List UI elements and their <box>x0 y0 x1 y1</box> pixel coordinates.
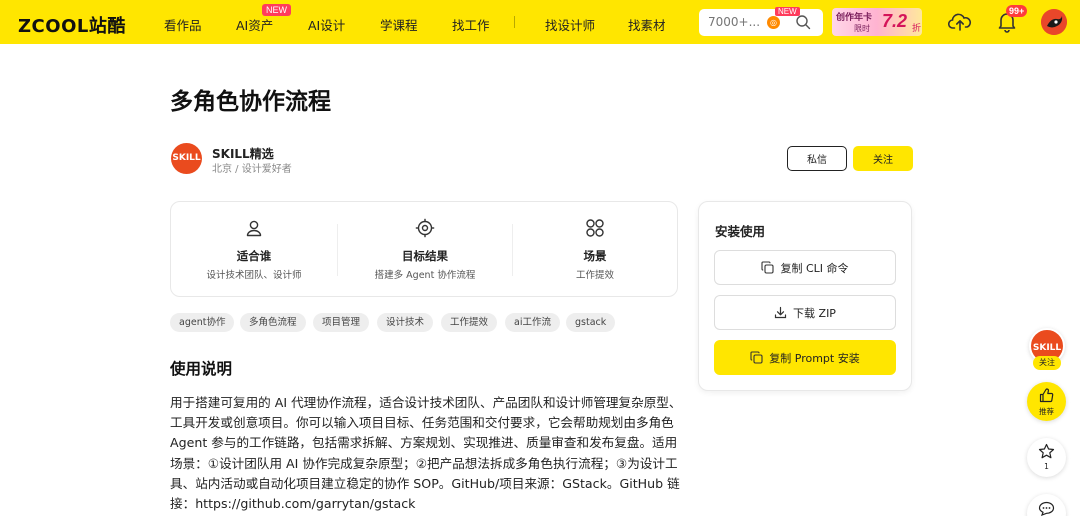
info-title: 场景 <box>583 249 607 263</box>
install-panel: 安装使用 复制 CLI 命令 下载 ZIP 复制 Prompt 安装 <box>698 201 912 391</box>
grid-icon <box>586 219 604 237</box>
search-box[interactable]: ◎ NEW <box>699 7 823 36</box>
avatar-image <box>1041 9 1067 35</box>
promo-unit: 折 <box>912 24 922 34</box>
follow-button[interactable]: 关注 <box>853 146 913 171</box>
info-scenario: 场景 工作提效 <box>513 202 677 298</box>
info-sub: 设计技术团队、设计师 <box>206 270 302 281</box>
star-icon <box>1038 443 1055 459</box>
target-icon <box>415 218 435 238</box>
tag-chip[interactable]: 项目管理 <box>313 313 370 332</box>
tag-chip[interactable]: ai工作流 <box>505 313 560 332</box>
thumbs-up-icon <box>1039 388 1054 403</box>
search-icon[interactable] <box>795 14 811 30</box>
tag-chip[interactable]: 设计技术 <box>377 313 434 332</box>
tag-chip[interactable]: 多角色流程 <box>240 313 306 332</box>
copy-cli-label: 复制 CLI 命令 <box>780 261 849 275</box>
info-goal: 目标结果 搭建多 Agent 协作流程 <box>338 202 512 298</box>
tag-chip[interactable]: agent协作 <box>170 313 235 332</box>
nav-materials[interactable]: 找素材 <box>628 15 666 34</box>
download-zip-label: 下载 ZIP <box>793 306 836 320</box>
download-icon <box>774 306 787 319</box>
promo-sub: 限时 <box>854 24 870 33</box>
message-button[interactable]: 私信 <box>787 146 847 171</box>
user-avatar[interactable] <box>1041 9 1067 35</box>
search-input[interactable] <box>708 15 764 29</box>
info-sub: 搭建多 Agent 协作流程 <box>374 270 476 281</box>
author-meta: 北京 / 设计爱好者 <box>212 164 292 175</box>
nav-divider <box>514 16 515 28</box>
favorite-count: 1 <box>1044 462 1049 471</box>
favorite-button[interactable]: 1 <box>1027 438 1066 477</box>
nav-works[interactable]: 看作品 <box>164 15 202 34</box>
copy-prompt-button[interactable]: 复制 Prompt 安装 <box>714 340 896 375</box>
usage-description: 用于搭建可复用的 AI 代理协作流程，适合设计技术团队、产品团队和设计师管理复杂… <box>170 395 682 512</box>
info-title: 适合谁 <box>236 249 272 263</box>
recommend-button[interactable]: 推荐 <box>1027 382 1066 421</box>
floating-follow-button[interactable]: 关注 <box>1033 356 1061 370</box>
promo-price: 7.2 <box>882 11 908 31</box>
tag-chip[interactable]: 工作提效 <box>441 313 498 332</box>
download-zip-button[interactable]: 下载 ZIP <box>714 295 896 330</box>
notification-badge: 99+ <box>1006 5 1028 17</box>
nav-jobs[interactable]: 找工作 <box>452 15 490 34</box>
upload-cloud-icon[interactable] <box>948 11 972 33</box>
copy-cli-button[interactable]: 复制 CLI 命令 <box>714 250 896 285</box>
nav-find-designer[interactable]: 找设计师 <box>545 15 595 34</box>
info-sub: 工作提效 <box>575 270 614 281</box>
new-badge: NEW <box>262 4 291 16</box>
usage-title: 使用说明 <box>170 360 233 378</box>
install-title: 安装使用 <box>715 224 766 239</box>
zcool-logo[interactable]: ZCOOL站酷 <box>18 12 126 38</box>
promo-banner[interactable]: 创作年卡 限时 7.2 折 <box>832 8 922 36</box>
top-navbar: ZCOOL站酷 看作品 AI资产 NEW AI设计 学课程 找工作 找设计师 找… <box>0 0 1080 44</box>
nav-ai-assets[interactable]: AI资产 <box>236 15 273 34</box>
recommend-label: 推荐 <box>1039 407 1054 416</box>
comment-icon <box>1038 501 1055 516</box>
coin-icon: ◎ <box>767 16 780 29</box>
copy-icon <box>761 261 775 274</box>
page-title: 多角色协作流程 <box>170 89 331 115</box>
info-card: 适合谁 设计技术团队、设计师 目标结果 搭建多 Agent 协作流程 场景 工作… <box>170 201 678 297</box>
promo-title: 创作年卡 <box>836 13 873 23</box>
info-title: 目标结果 <box>402 249 448 263</box>
copy-icon <box>750 351 763 364</box>
author-avatar[interactable]: SKILL <box>171 143 202 174</box>
comment-button[interactable] <box>1027 494 1066 516</box>
nav-courses[interactable]: 学课程 <box>380 15 418 34</box>
user-icon <box>246 220 262 237</box>
tag-chip[interactable]: gstack <box>566 313 616 332</box>
copy-prompt-label: 复制 Prompt 安装 <box>769 351 860 365</box>
nav-ai-design[interactable]: AI设计 <box>308 15 345 34</box>
info-audience: 适合谁 设计技术团队、设计师 <box>171 202 337 298</box>
